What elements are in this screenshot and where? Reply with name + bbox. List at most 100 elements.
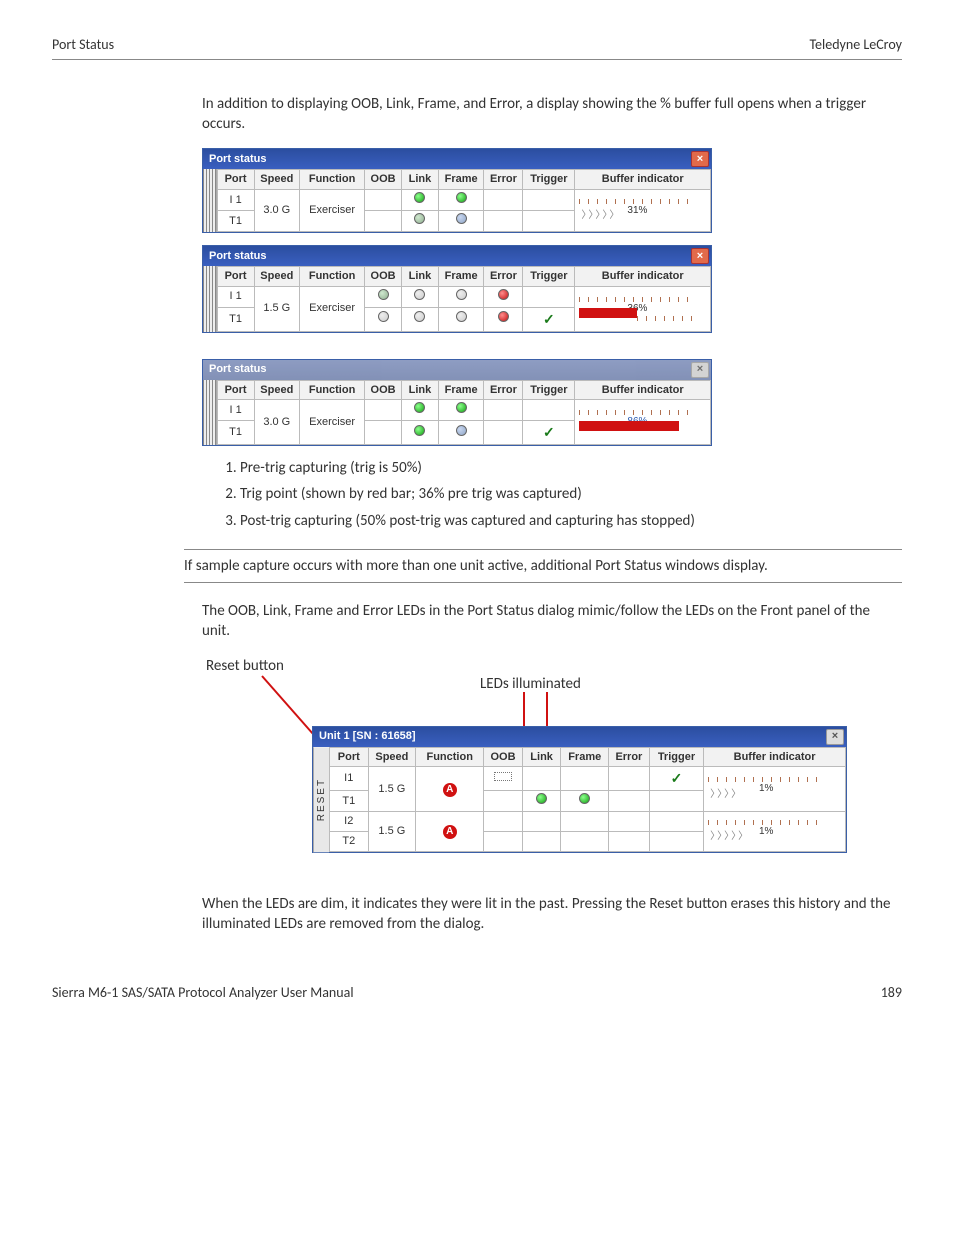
col-function: Function — [300, 380, 365, 400]
frame-led — [438, 211, 484, 232]
table-row: I2 1.5 G A 1% — [330, 812, 846, 832]
frame-led — [561, 791, 609, 812]
col-port: Port — [217, 170, 254, 190]
link-led — [402, 421, 439, 445]
port-status-window-3: Port status × Port Speed Function OOB Li… — [202, 359, 712, 447]
link-led — [402, 400, 439, 421]
port-status-table: Port Speed Function OOB Link Frame Error… — [217, 266, 711, 332]
frame-led — [561, 832, 609, 852]
unit-status-table: Port Speed Function OOB Link Frame Error… — [329, 747, 846, 852]
oob-led — [365, 211, 402, 232]
error-led — [484, 211, 523, 232]
reset-button-label: Reset button — [206, 656, 284, 676]
frame-led — [438, 286, 484, 307]
col-trigger: Trigger — [523, 380, 575, 400]
oob-led — [365, 400, 402, 421]
col-oob: OOB — [365, 266, 402, 286]
function-cell: Exerciser — [300, 286, 365, 331]
drag-handle[interactable] — [203, 380, 217, 446]
oob-led — [484, 812, 523, 832]
oob-led — [484, 767, 523, 791]
buffer-indicator: 1% 〉〉〉〉〉 — [704, 812, 846, 852]
list-item: Trig point (shown by red bar; 36% pre tr… — [240, 484, 896, 504]
reset-button[interactable]: RESET — [313, 747, 329, 852]
buffer-indicator: 31% 〉〉〉〉〉 — [575, 190, 711, 232]
close-icon[interactable]: × — [691, 248, 709, 264]
drag-handle[interactable] — [203, 169, 217, 232]
port-cell: I2 — [330, 812, 369, 832]
col-function: Function — [300, 170, 365, 190]
trigger-cell: ✓ — [523, 307, 575, 331]
speed-cell: 3.0 G — [254, 190, 300, 232]
footer-left: Sierra M6-1 SAS/SATA Protocol Analyzer U… — [52, 984, 354, 1003]
buffer-indicator: 36% — [575, 286, 711, 331]
window-title: Port status — [209, 249, 266, 264]
error-led — [609, 812, 650, 832]
col-trigger: Trigger — [523, 170, 575, 190]
port-status-table: Port Speed Function OOB Link Frame Error… — [217, 380, 711, 446]
col-function: Function — [416, 747, 484, 767]
drag-handle[interactable] — [203, 266, 217, 332]
link-led — [402, 211, 439, 232]
leds-illuminated-label: LEDs illuminated — [480, 674, 581, 694]
link-led — [522, 832, 561, 852]
col-error: Error — [609, 747, 650, 767]
checkmark-icon: ✓ — [543, 424, 555, 440]
trigger-cell — [523, 211, 575, 232]
buffer-indicator: 1% 〉〉〉〉 — [704, 767, 846, 812]
link-led — [522, 791, 561, 812]
col-link: Link — [402, 266, 439, 286]
trigger-cell — [649, 812, 703, 832]
buffer-indicator: 86% — [575, 400, 711, 445]
col-port: Port — [217, 380, 254, 400]
window-title: Port status — [209, 152, 266, 167]
speed-cell: 3.0 G — [254, 400, 300, 445]
page-number: 189 — [881, 984, 902, 1003]
frame-led — [438, 421, 484, 445]
oob-led — [365, 190, 402, 211]
col-frame: Frame — [561, 747, 609, 767]
error-led — [484, 190, 523, 211]
port-cell: I 1 — [217, 286, 254, 307]
col-error: Error — [484, 266, 523, 286]
table-row: I1 1.5 G A ✓ 1% — [330, 767, 846, 791]
trigger-cell — [523, 400, 575, 421]
function-cell: Exerciser — [300, 400, 365, 445]
error-led — [609, 791, 650, 812]
oob-led — [484, 832, 523, 852]
col-error: Error — [484, 380, 523, 400]
function-cell: Exerciser — [300, 190, 365, 232]
table-row: I 1 1.5 G Exerciser 36% — [217, 286, 710, 307]
col-port: Port — [217, 266, 254, 286]
speed-cell: 1.5 G — [368, 812, 416, 852]
col-oob: OOB — [365, 170, 402, 190]
port-status-table: Port Speed Function OOB Link Frame Error… — [217, 169, 711, 232]
unit-status-window: Unit 1 [SN : 61658] × RESET Port Speed F… — [312, 726, 847, 853]
oob-led — [484, 791, 523, 812]
port-cell: T1 — [217, 211, 254, 232]
oob-led — [365, 286, 402, 307]
col-speed: Speed — [254, 170, 300, 190]
function-cell: A — [416, 812, 484, 852]
port-cell: I 1 — [217, 400, 254, 421]
col-oob: OOB — [484, 747, 523, 767]
port-cell: T1 — [217, 307, 254, 331]
col-buffer: Buffer indicator — [575, 170, 711, 190]
close-icon[interactable]: × — [826, 729, 844, 745]
function-cell: A — [416, 767, 484, 812]
numbered-list: Pre-trig capturing (trig is 50%) Trig po… — [222, 458, 896, 531]
col-link: Link — [402, 380, 439, 400]
table-row: I 1 3.0 G Exerciser 86% — [217, 400, 710, 421]
speed-cell: 1.5 G — [254, 286, 300, 331]
error-led — [609, 767, 650, 791]
oob-led — [365, 421, 402, 445]
close-icon[interactable]: × — [691, 151, 709, 167]
trigger-cell — [649, 791, 703, 812]
frame-led — [438, 400, 484, 421]
col-link: Link — [522, 747, 561, 767]
col-function: Function — [300, 266, 365, 286]
col-link: Link — [402, 170, 439, 190]
led-paragraph: The OOB, Link, Frame and Error LEDs in t… — [202, 601, 896, 642]
close-icon[interactable]: × — [691, 362, 709, 378]
checkmark-icon: ✓ — [671, 770, 683, 786]
